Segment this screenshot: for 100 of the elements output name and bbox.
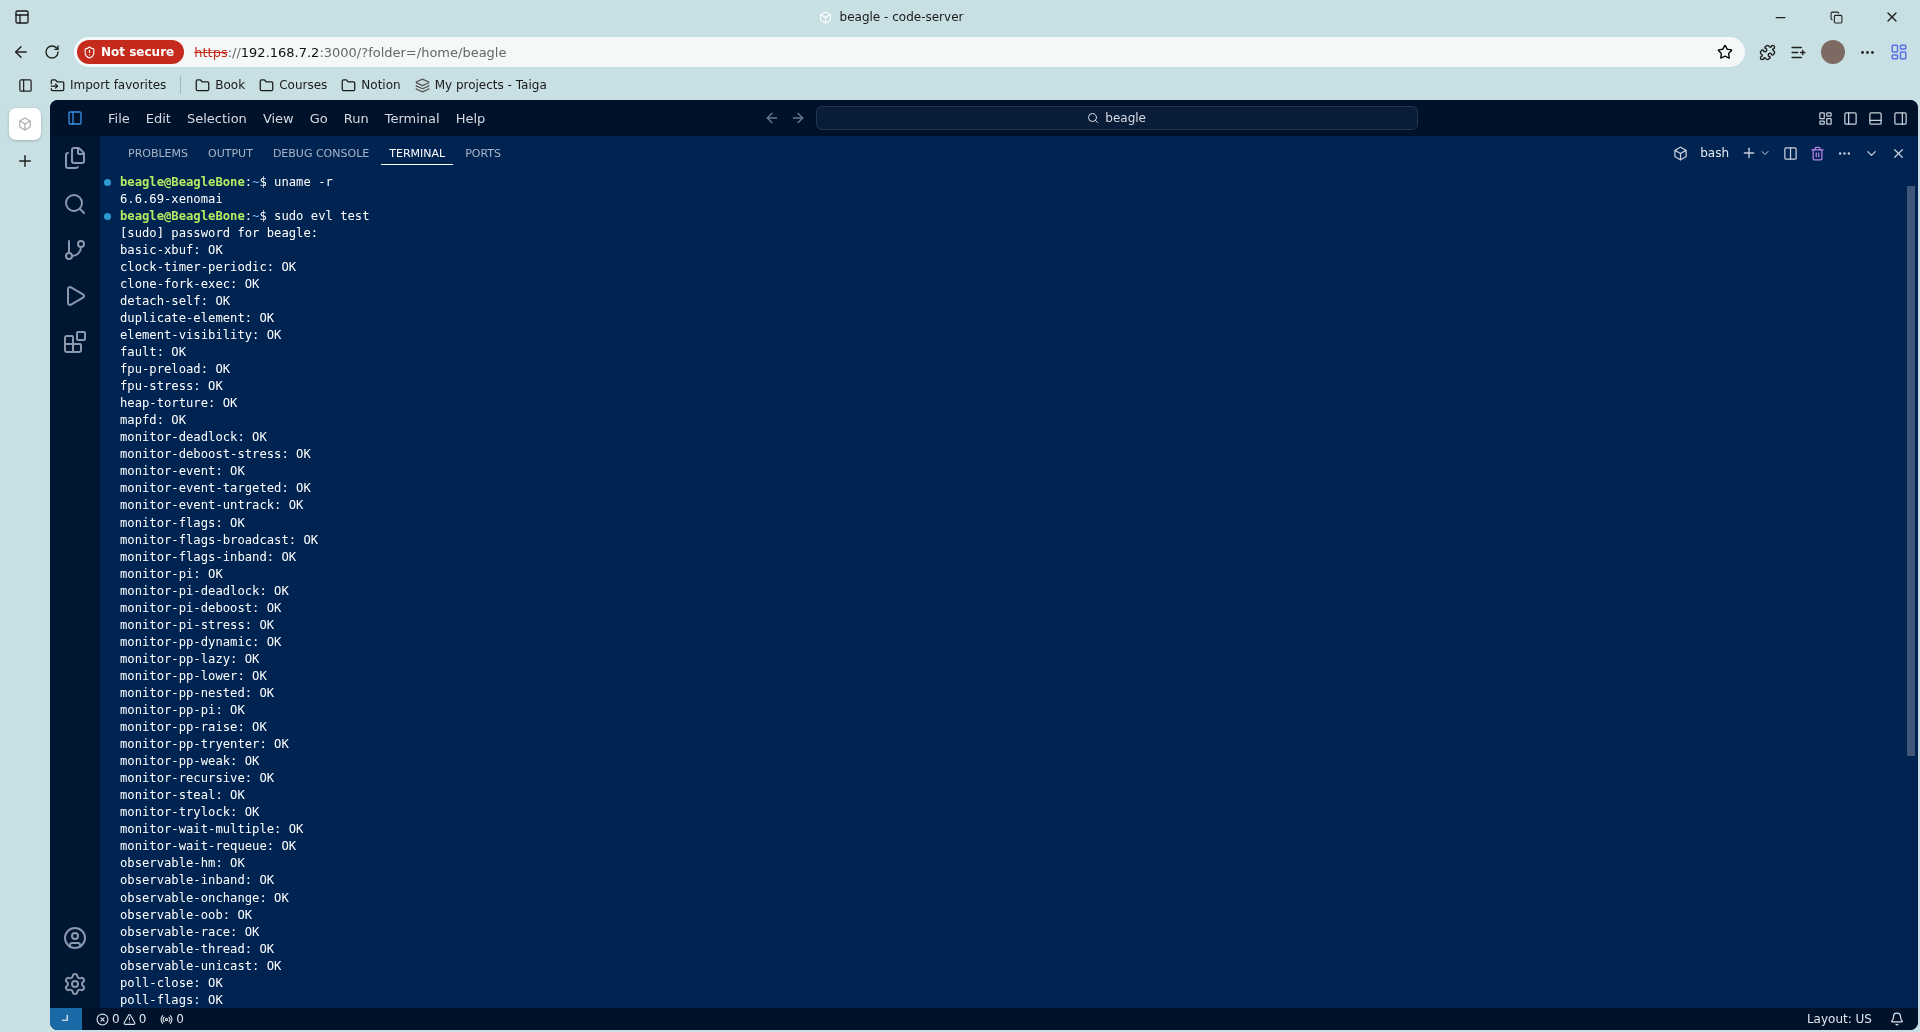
- panel-tab[interactable]: PROBLEMS: [120, 141, 197, 165]
- menu-item[interactable]: Help: [447, 110, 494, 126]
- panel-tab[interactable]: TERMINAL: [381, 141, 454, 165]
- terminal-output-line: monitor-event-untrack: OK: [120, 499, 304, 514]
- profile-avatar[interactable]: [1821, 40, 1845, 64]
- terminal-output-line: monitor-pi: OK: [120, 567, 223, 582]
- terminal-output-line: duplicate-element: OK: [120, 311, 275, 326]
- terminal-output-line: fault: OK: [120, 346, 187, 360]
- terminal-output-line: monitor-pp-weak: OK: [120, 755, 260, 770]
- window-title: beagle - code-server: [839, 10, 964, 24]
- terminal-output-line: monitor-pp-lazy: OK: [120, 652, 260, 667]
- extensions-icon[interactable]: [63, 330, 87, 354]
- favorite-star-icon[interactable]: [1717, 44, 1733, 60]
- terminal-output-line: observable-thread: OK: [120, 942, 275, 957]
- new-terminal-icon[interactable]: [1741, 145, 1757, 161]
- terminal-output-line: monitor-steal: OK: [120, 789, 245, 804]
- not-secure-badge[interactable]: Not secure: [77, 40, 185, 64]
- terminal-output-line: poll-close: OK: [120, 976, 223, 991]
- terminal-output-line: monitor-pp-tryenter: OK: [120, 738, 289, 752]
- terminal-output-line: observable-unicast: OK: [120, 959, 282, 974]
- terminal-output-line: monitor-pi-deboost: OK: [120, 601, 282, 616]
- address-bar[interactable]: Not secure https://192.168.7.2:3000/?folder=/home/beagle: [74, 37, 1745, 67]
- panel-tab[interactable]: DEBUG CONSOLE: [264, 141, 378, 165]
- ports-status[interactable]: 0: [160, 1012, 184, 1026]
- terminal-output-line: clone-fork-exec: OK: [120, 277, 260, 292]
- terminal-output-line: fpu-preload: OK: [120, 363, 231, 377]
- customize-layout-icon[interactable]: [1818, 110, 1833, 126]
- url-text: https://192.168.7.2:3000/?folder=/home/beagle: [194, 44, 508, 60]
- terminal-output-line: heap-torture: OK: [120, 397, 238, 412]
- terminal-output-line: monitor-flags: OK: [120, 516, 245, 531]
- terminal-output-line: basic-xbuf: OK: [120, 243, 223, 258]
- command-center[interactable]: beagle: [815, 106, 1418, 130]
- terminal-output-line: observable-hm: OK: [120, 857, 245, 872]
- menu-item[interactable]: Edit: [137, 110, 179, 126]
- terminal-output-line: monitor-pp-dynamic: OK: [120, 635, 282, 650]
- menu-item[interactable]: Go: [301, 110, 336, 126]
- favorite-link[interactable]: Courses: [259, 77, 328, 93]
- problems-status[interactable]: 0 0: [96, 1012, 147, 1026]
- restore-icon[interactable]: [1829, 10, 1843, 24]
- warning-icon[interactable]: [122, 1012, 136, 1026]
- settings-icon[interactable]: [63, 972, 87, 996]
- toggle-secondary-sidebar-icon[interactable]: [1893, 110, 1908, 126]
- shield-icon: [83, 45, 96, 59]
- broadcast-icon[interactable]: [160, 1012, 174, 1026]
- refresh-icon[interactable]: [44, 44, 60, 60]
- terminal-output-line: monitor-trylock: OK: [120, 806, 260, 821]
- terminal-output-line: observable-race: OK: [120, 925, 260, 940]
- code-logo-icon: [67, 110, 83, 126]
- error-icon[interactable]: [96, 1012, 109, 1026]
- scrollbar-thumb[interactable]: [1907, 186, 1915, 756]
- terminal-output-line: monitor-flags-inband: OK: [120, 550, 297, 565]
- terminal-output-line: monitor-pp-lower: OK: [120, 669, 267, 684]
- explorer-icon[interactable]: [63, 146, 87, 170]
- toggle-panel-icon[interactable]: [1868, 110, 1883, 126]
- split-terminal-icon[interactable]: [1783, 145, 1798, 161]
- menu-item[interactable]: Selection: [178, 110, 255, 126]
- favorite-link[interactable]: Import favorites: [50, 77, 167, 93]
- trash-icon[interactable]: [1810, 145, 1825, 161]
- terminal-output-line: mapfd: OK: [120, 414, 187, 429]
- menu-item[interactable]: File: [100, 110, 138, 126]
- search-icon[interactable]: [1087, 112, 1100, 124]
- favorite-link[interactable]: Notion: [341, 77, 401, 93]
- terminal-output-line: monitor-event: OK: [120, 465, 245, 480]
- favorite-link[interactable]: My projects - Taiga: [414, 77, 547, 93]
- sidebar-icon[interactable]: [17, 77, 33, 93]
- menu-item[interactable]: View: [254, 110, 302, 126]
- toggle-sidebar-icon[interactable]: [1843, 110, 1858, 126]
- terminal-output-line: monitor-pi-deadlock: OK: [120, 584, 289, 599]
- terminal-prompt-line: beagle@BeagleBone:~$ uname -r: [120, 175, 333, 190]
- keyboard-layout-status[interactable]: Layout: US: [1806, 1012, 1872, 1026]
- remote-button[interactable]: [50, 1008, 82, 1030]
- notifications-icon[interactable]: [1890, 1012, 1904, 1026]
- menu-item[interactable]: Run: [335, 110, 377, 126]
- command-status-dot: [104, 213, 111, 221]
- terminal-output-line: monitor-pp-pi: OK: [120, 704, 245, 718]
- panel-tab[interactable]: OUTPUT: [200, 141, 261, 165]
- terminal-output-line: poll-flags: OK: [120, 993, 223, 1008]
- menu-item[interactable]: Terminal: [376, 110, 448, 126]
- terminal-output-line: monitor-pp-nested: OK: [120, 686, 275, 701]
- favorite-link[interactable]: Book: [195, 77, 246, 93]
- terminal-output-line: detach-self: OK: [120, 294, 231, 309]
- account-icon[interactable]: [63, 926, 87, 950]
- folder-icon: [259, 77, 275, 93]
- terminal-output-line: monitor-wait-multiple: OK: [120, 823, 304, 838]
- command-status-dot: [104, 179, 111, 186]
- panel-tab[interactable]: PORTS: [457, 141, 509, 165]
- new-tab-icon[interactable]: [16, 152, 34, 170]
- back-icon[interactable]: [12, 43, 30, 61]
- import-icon: [50, 77, 65, 93]
- puzzle-icon[interactable]: [1759, 43, 1776, 61]
- terminal-name[interactable]: bash: [1700, 146, 1729, 160]
- terminal-output-line: observable-inband: OK: [120, 874, 275, 889]
- terminal-output-line: monitor-deboost-stress: OK: [120, 448, 311, 463]
- folder-icon: [341, 77, 357, 93]
- source-control-icon[interactable]: [63, 238, 87, 262]
- terminal-output-line: monitor-recursive: OK: [120, 772, 275, 787]
- search-icon[interactable]: [63, 192, 87, 216]
- workspaces-icon[interactable]: [14, 9, 30, 25]
- terminal-output-line: monitor-pp-raise: OK: [120, 721, 267, 735]
- terminal-output-line: monitor-flags-broadcast: OK: [120, 533, 319, 548]
